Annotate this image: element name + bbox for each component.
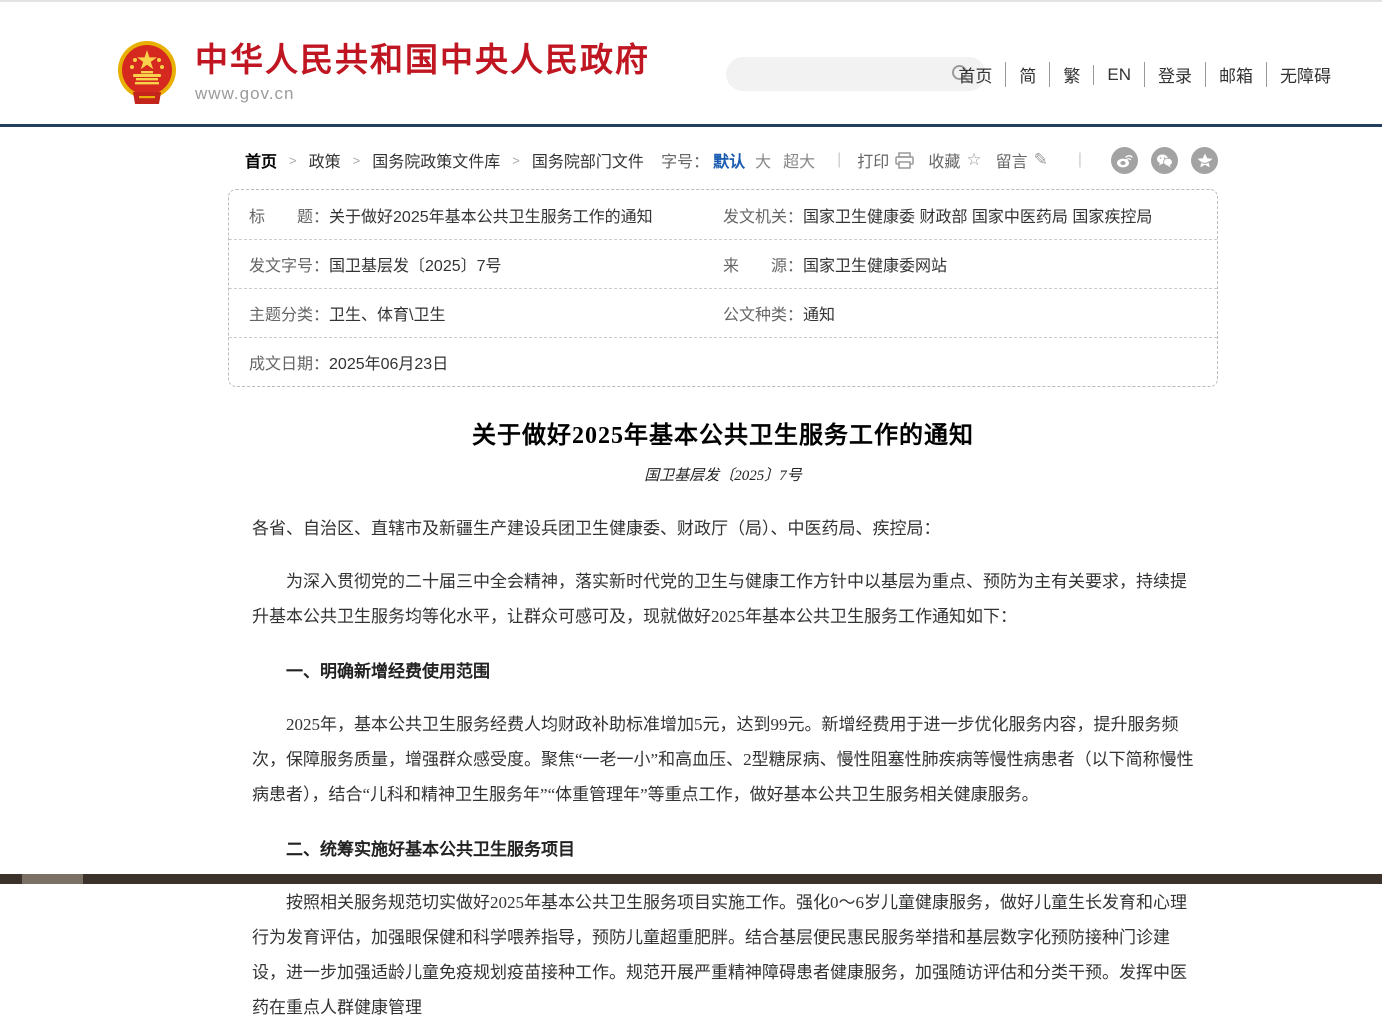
salutation-paragraph: 各省、自治区、直辖市及新疆生产建设兵团卫生健康委、财政厅（局）、中医药局、疾控局… bbox=[252, 511, 1194, 546]
body-paragraph: 为深入贯彻党的二十届三中全会精神，落实新时代党的卫生与健康工作方针中以基层为重点… bbox=[252, 564, 1194, 634]
page-title: 关于做好2025年基本公共卫生服务工作的通知 bbox=[228, 415, 1218, 450]
pencil-icon[interactable]: ✎ bbox=[1034, 150, 1048, 170]
national-emblem-logo bbox=[115, 40, 179, 106]
document-article: 关于做好2025年基本公共卫生服务工作的通知 国卫基层发〔2025〕7号 各省、… bbox=[228, 415, 1218, 1025]
nav-english[interactable]: EN bbox=[1093, 65, 1144, 85]
comment-button[interactable]: 留言 bbox=[996, 148, 1028, 172]
breadcrumb: 首页 > 政策 > 国务院政策文件库 > 国务院部门文件 bbox=[245, 148, 644, 172]
meta-title-value: 关于做好2025年基本公共卫生服务工作的通知 bbox=[329, 203, 653, 227]
font-size-label: 字号： bbox=[661, 148, 709, 172]
meta-source-value: 国家卫生健康委网站 bbox=[803, 252, 947, 276]
breadcrumb-policy[interactable]: 政策 bbox=[309, 148, 341, 172]
document-body: 各省、自治区、直辖市及新疆生产建设兵团卫生健康委、财政厅（局）、中医药局、疾控局… bbox=[252, 511, 1194, 1025]
meta-doc-type-label: 公文种类： bbox=[723, 301, 803, 325]
breadcrumb-separator: > bbox=[353, 153, 361, 168]
section-heading-2: 二、统筹实施好基本公共卫生服务项目 bbox=[252, 832, 1194, 867]
body-paragraph: 2025年，基本公共卫生服务经费人均财政补助标准增加5元，达到99元。新增经费用… bbox=[252, 707, 1194, 812]
section-heading-1: 一、明确新增经费使用范围 bbox=[252, 654, 1194, 689]
meta-doc-number-value: 国卫基层发〔2025〕7号 bbox=[329, 252, 502, 276]
nav-mailbox[interactable]: 邮箱 bbox=[1205, 62, 1266, 87]
font-size-large-button[interactable]: 大 bbox=[755, 148, 771, 172]
toolbar-divider: | bbox=[1078, 151, 1082, 169]
nav-traditional-chinese[interactable]: 繁 bbox=[1049, 62, 1093, 87]
footer-edge-segment bbox=[22, 874, 83, 884]
meta-doc-number-label: 发文字号： bbox=[249, 252, 329, 276]
share-buttons bbox=[1098, 147, 1218, 174]
font-size-xlarge-button[interactable]: 超大 bbox=[783, 148, 815, 172]
print-button[interactable]: 打印 bbox=[857, 148, 889, 172]
favorite-button[interactable]: 收藏 bbox=[928, 148, 960, 172]
breadcrumb-policy-library[interactable]: 国务院政策文件库 bbox=[372, 148, 500, 172]
nav-simplified-chinese[interactable]: 简 bbox=[1005, 62, 1049, 87]
site-title: 中华人民共和国中央人民政府 bbox=[195, 40, 650, 80]
toolbar-divider: | bbox=[837, 151, 841, 169]
page-content: 首页 > 政策 > 国务院政策文件库 > 国务院部门文件 字号： 默认 大 超大… bbox=[228, 147, 1218, 1025]
font-size-default-button[interactable]: 默认 bbox=[713, 148, 745, 172]
qzone-share-icon[interactable] bbox=[1191, 147, 1218, 174]
footer-edge-bar bbox=[0, 874, 1382, 884]
nav-login[interactable]: 登录 bbox=[1144, 62, 1205, 87]
meta-issuing-agency-value: 国家卫生健康委 财政部 国家中医药局 国家疾控局 bbox=[803, 203, 1152, 227]
page-toolbar: 字号： 默认 大 超大 | 打印 收藏 ☆ 留言 ✎ | bbox=[661, 147, 1218, 174]
meta-topic-category-value: 卫生、体育\卫生 bbox=[329, 301, 445, 325]
meta-issuing-agency-label: 发文机关： bbox=[723, 203, 803, 227]
top-navigation: 首页 简 繁 EN 登录 邮箱 无障碍 bbox=[945, 62, 1344, 87]
weibo-share-icon[interactable] bbox=[1111, 147, 1138, 174]
breadcrumb-separator: > bbox=[512, 153, 520, 168]
site-header: 中华人民共和国中央人民政府 www.gov.cn 首页 简 繁 EN 登录 邮箱… bbox=[0, 2, 1382, 127]
star-icon[interactable]: ☆ bbox=[966, 150, 981, 170]
table-row: 发文字号： 国卫基层发〔2025〕7号 来 源： 国家卫生健康委网站 bbox=[229, 239, 1217, 288]
body-paragraph: 按照相关服务规范切实做好2025年基本公共卫生服务项目实施工作。强化0～6岁儿童… bbox=[252, 885, 1194, 1025]
meta-topic-category-label: 主题分类： bbox=[249, 301, 329, 325]
meta-source-label: 来 源： bbox=[723, 252, 803, 276]
nav-accessibility[interactable]: 无障碍 bbox=[1266, 62, 1344, 87]
table-row: 主题分类： 卫生、体育\卫生 公文种类： 通知 bbox=[229, 288, 1217, 337]
document-number: 国卫基层发〔2025〕7号 bbox=[228, 464, 1218, 485]
breadcrumb-department-documents[interactable]: 国务院部门文件 bbox=[532, 148, 644, 172]
table-row: 标 题： 关于做好2025年基本公共卫生服务工作的通知 发文机关： 国家卫生健康… bbox=[229, 190, 1217, 239]
meta-date-label: 成文日期： bbox=[249, 350, 329, 374]
site-url: www.gov.cn bbox=[195, 84, 650, 104]
breadcrumb-separator: > bbox=[289, 153, 297, 168]
wechat-share-icon[interactable] bbox=[1151, 147, 1178, 174]
nav-home[interactable]: 首页 bbox=[945, 62, 1005, 87]
printer-icon[interactable] bbox=[895, 152, 914, 169]
table-row: 成文日期： 2025年06月23日 bbox=[229, 337, 1217, 386]
site-brand[interactable]: 中华人民共和国中央人民政府 www.gov.cn bbox=[115, 40, 650, 106]
meta-title-label: 标 题： bbox=[249, 203, 329, 227]
meta-date-value: 2025年06月23日 bbox=[329, 350, 448, 374]
meta-doc-type-value: 通知 bbox=[803, 301, 835, 325]
document-meta-table: 标 题： 关于做好2025年基本公共卫生服务工作的通知 发文机关： 国家卫生健康… bbox=[228, 189, 1218, 387]
breadcrumb-home[interactable]: 首页 bbox=[245, 148, 277, 172]
